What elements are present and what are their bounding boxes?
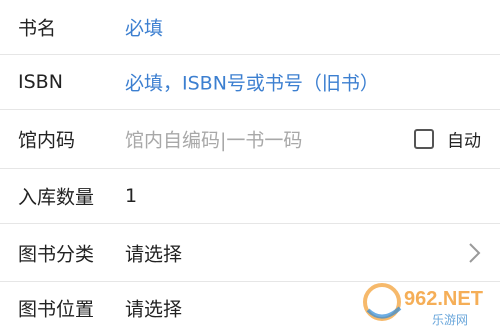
code-label: 馆内码 (18, 129, 76, 152)
auto-checkbox-label[interactable]: 自动 (447, 127, 481, 152)
row-category[interactable]: 图书分类 请选择 (0, 224, 500, 282)
chevron-right-icon[interactable] (462, 241, 486, 265)
isbn-label: ISBN (18, 71, 63, 93)
row-title[interactable]: 书名 必填 (0, 0, 500, 55)
isbn-input[interactable]: 必填，ISBN号或书号（旧书） (125, 69, 379, 96)
title-label: 书名 (18, 17, 57, 40)
row-isbn[interactable]: ISBN 必填，ISBN号或书号（旧书） (0, 55, 500, 110)
auto-checkbox[interactable] (414, 129, 434, 149)
quantity-input[interactable]: 1 (125, 185, 137, 207)
code-input[interactable]: 馆内自编码|一书一码 (125, 126, 302, 153)
row-code[interactable]: 馆内码 馆内自编码|一书一码 自动 (0, 110, 500, 169)
category-select[interactable]: 请选择 (125, 239, 182, 266)
quantity-label: 入库数量 (18, 186, 95, 209)
watermark-sub: 乐游网 (432, 313, 468, 327)
location-select[interactable]: 请选择 (125, 294, 182, 321)
watermark-logo: 962.NET 乐游网 (363, 283, 483, 327)
category-label: 图书分类 (18, 243, 95, 265)
title-input[interactable]: 必填 (125, 14, 163, 41)
location-label: 图书位置 (18, 298, 95, 320)
row-quantity[interactable]: 入库数量 1 (0, 169, 500, 224)
watermark-brand: 962.NET (404, 288, 483, 310)
